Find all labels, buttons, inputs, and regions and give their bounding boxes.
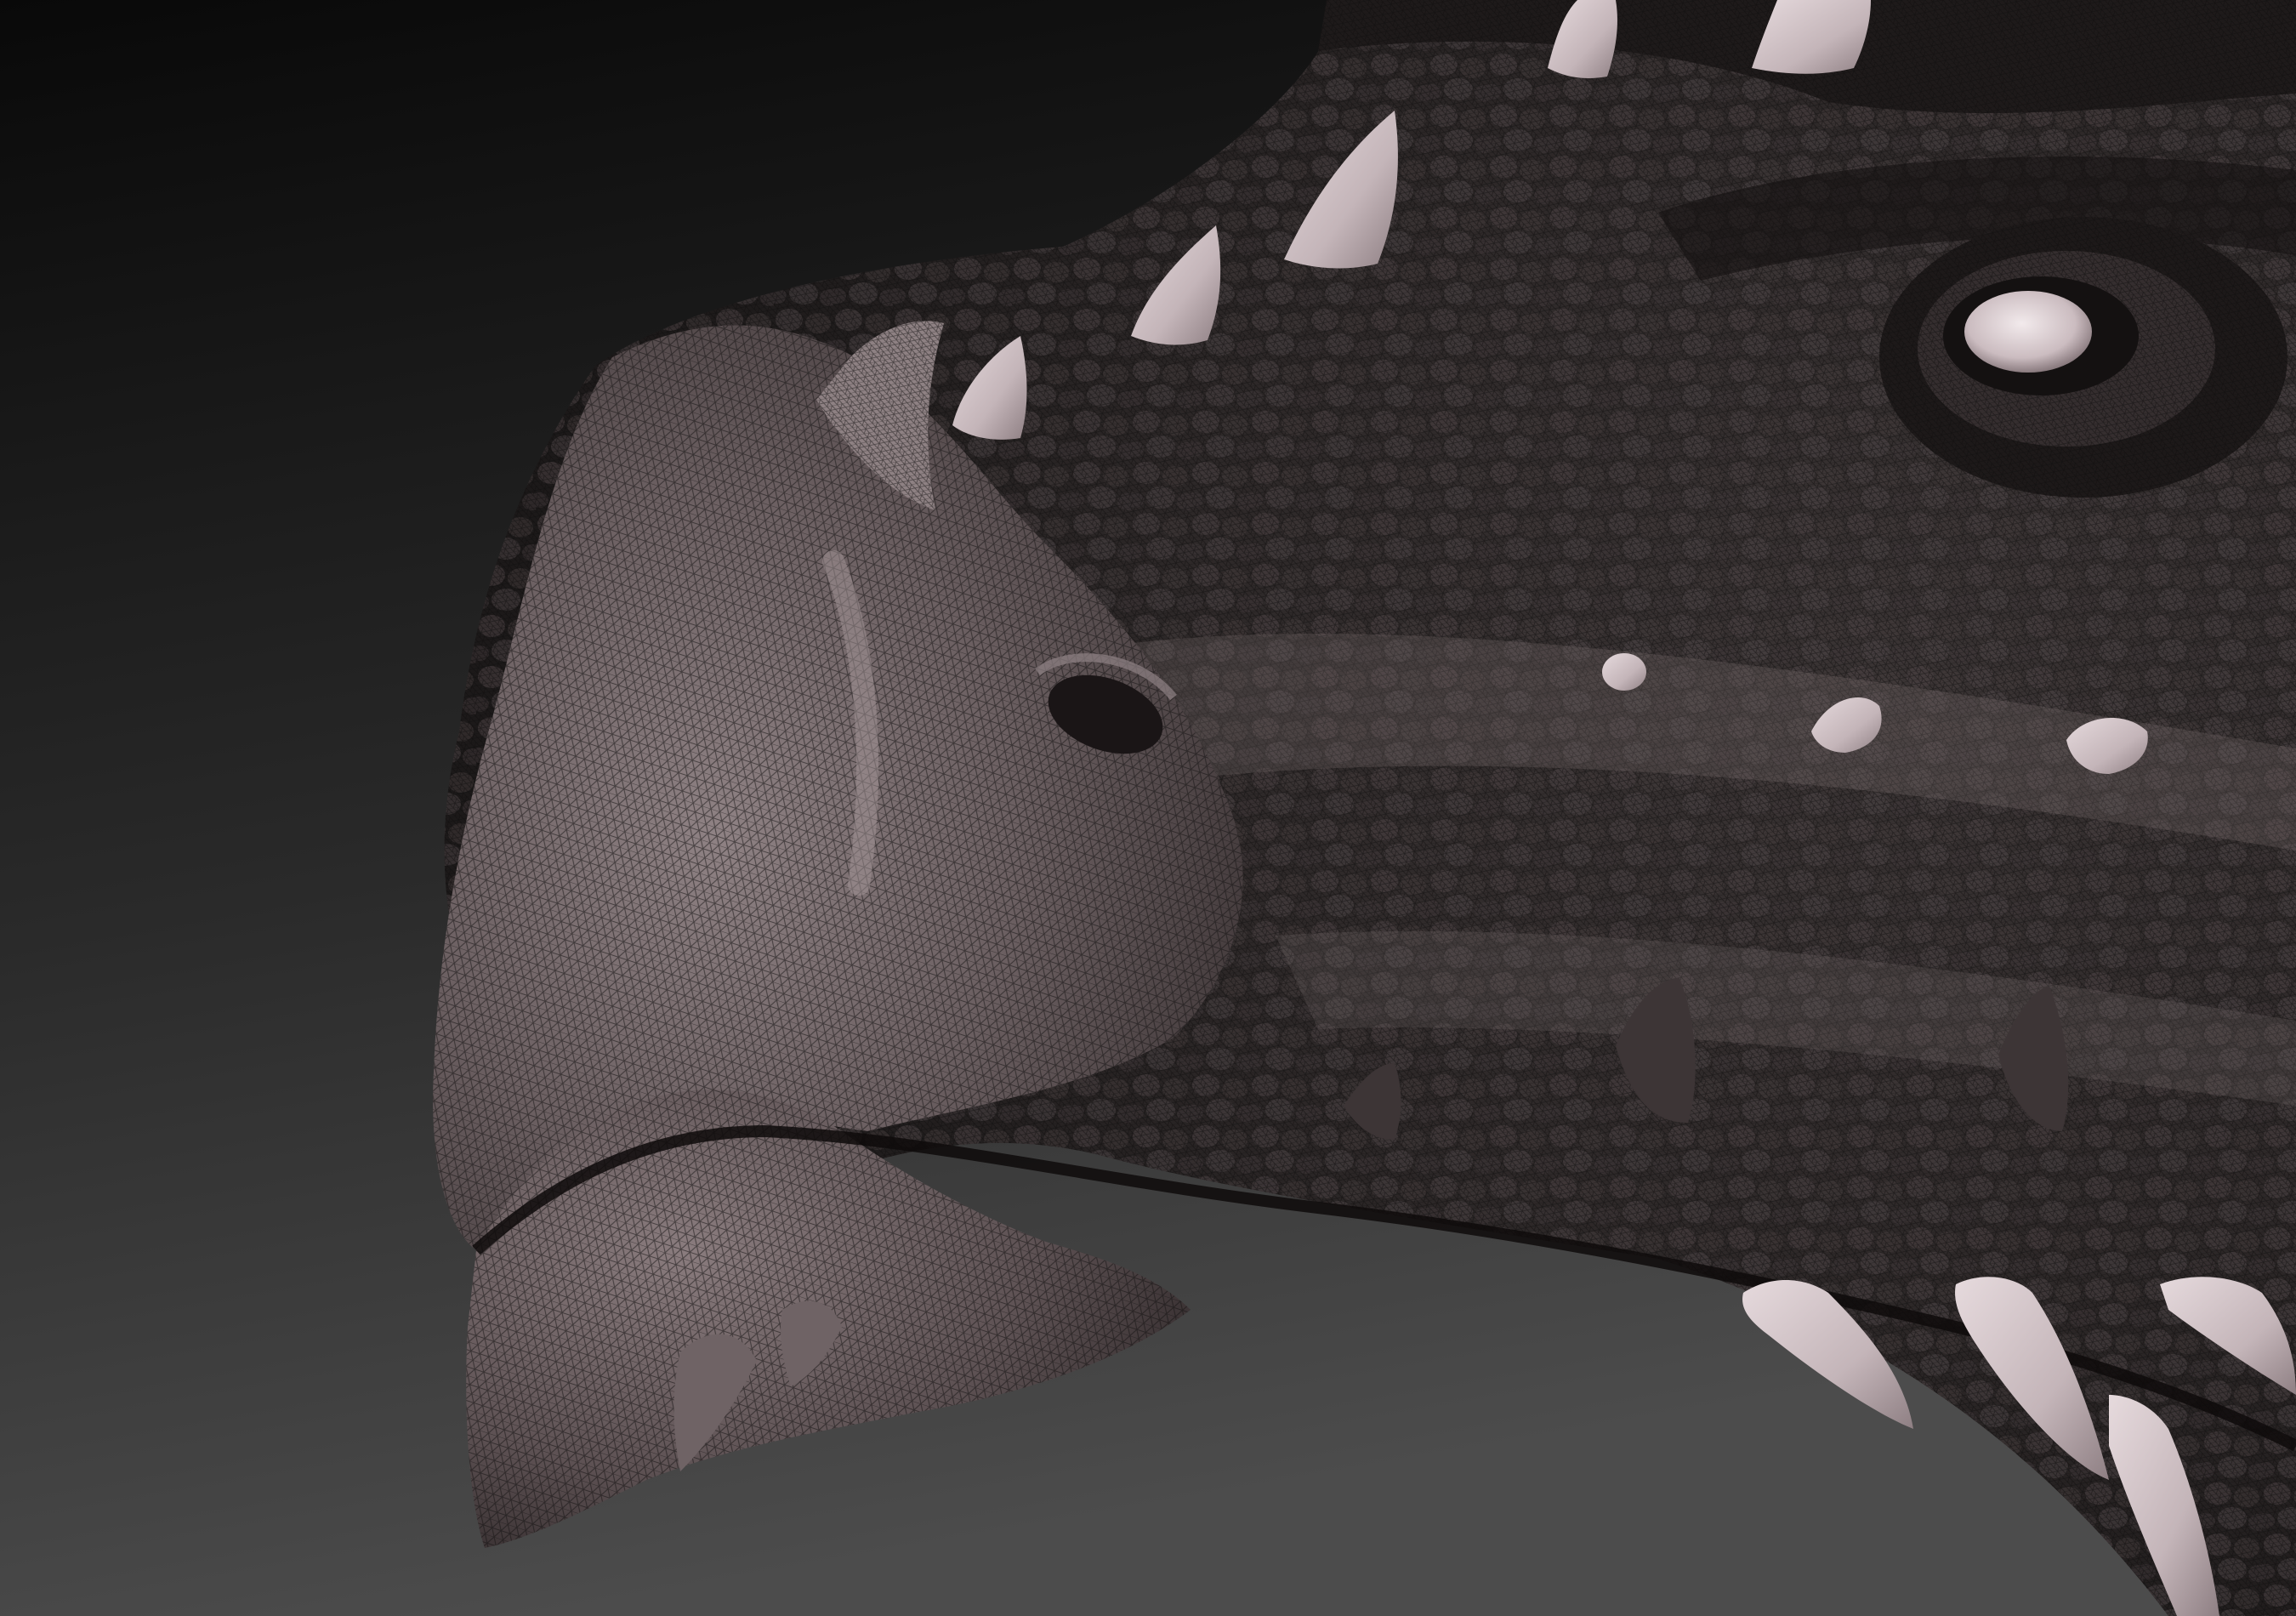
viewport-3d[interactable] xyxy=(0,0,2296,1616)
sculpt-render xyxy=(0,0,2296,1616)
nub-1 xyxy=(1602,653,1646,691)
creature-eye xyxy=(1879,217,2287,498)
eyeball xyxy=(1964,291,2092,373)
